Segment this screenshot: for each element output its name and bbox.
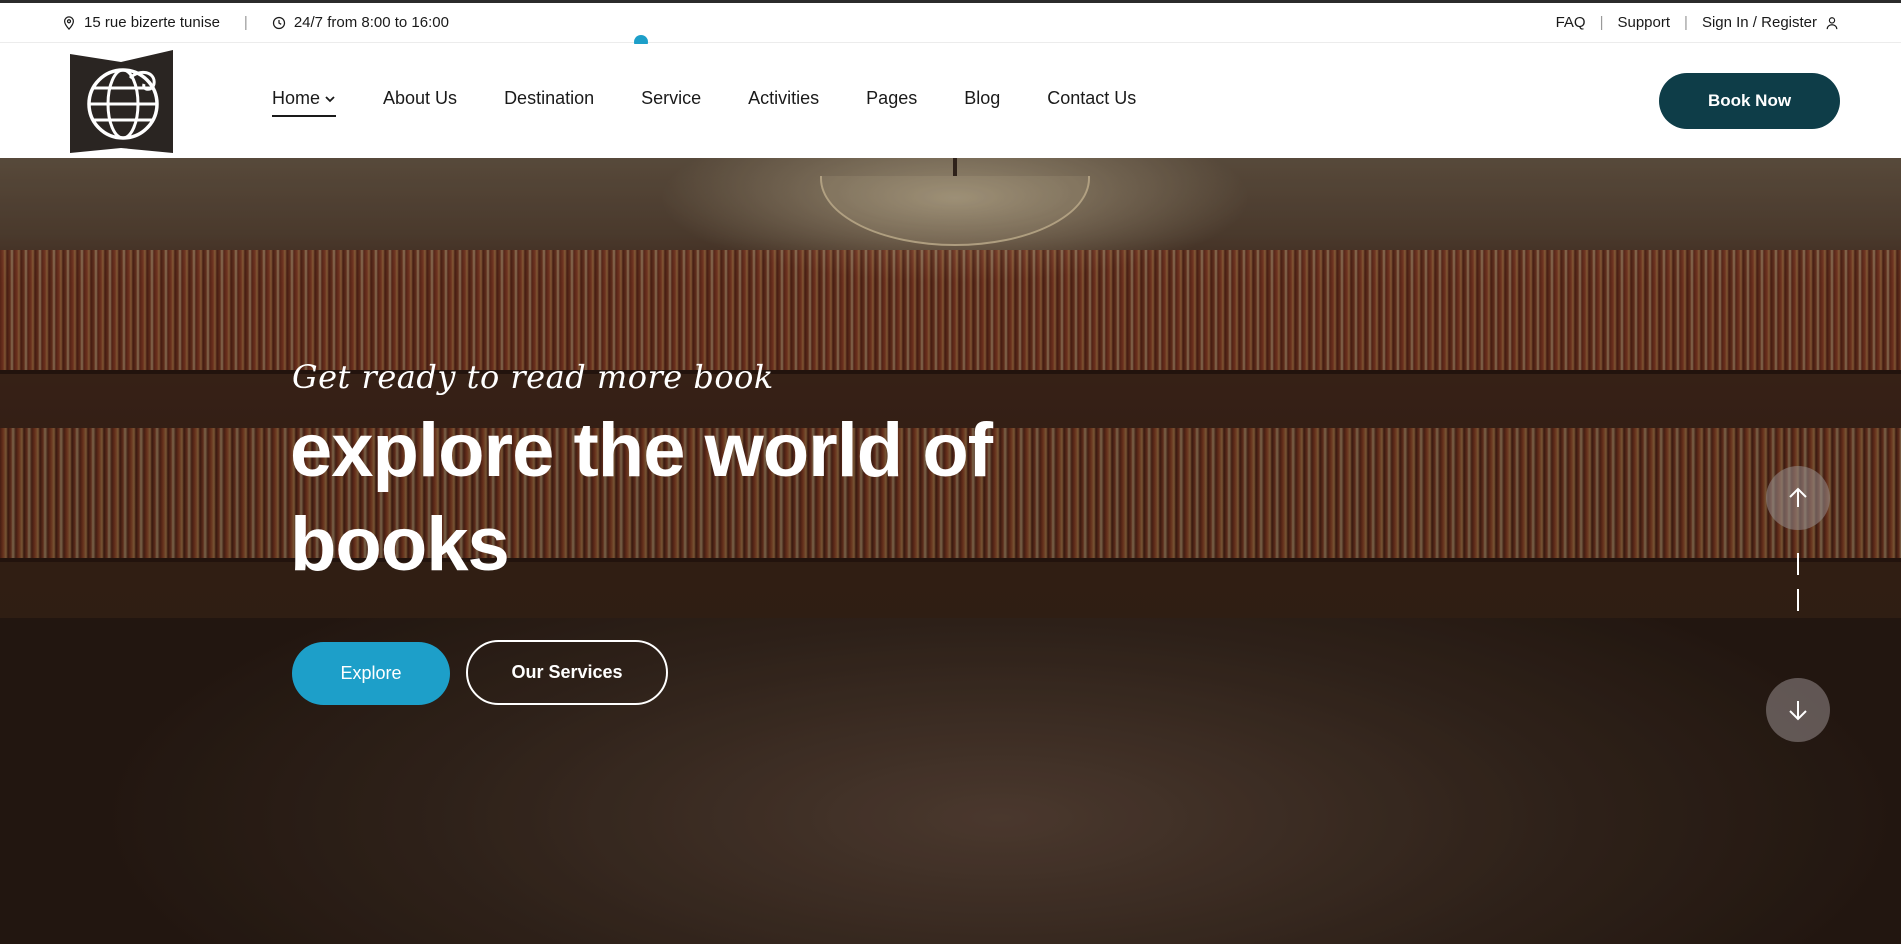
- clock-icon: [272, 16, 285, 29]
- nav-item-service[interactable]: Service: [641, 88, 701, 109]
- hours-text: 24/7 from 8:00 to 16:00: [293, 14, 449, 31]
- our-services-button[interactable]: Our Services: [466, 640, 668, 705]
- chevron-down-icon: [325, 95, 335, 102]
- slide-progress-segment: [1797, 589, 1799, 611]
- main-navbar: Home About Us Destination Service Activi…: [0, 44, 1901, 158]
- explore-button[interactable]: Explore: [292, 642, 450, 705]
- hero-section: Get ready to read more book explore the …: [0, 158, 1901, 944]
- arrow-up-icon: [1789, 487, 1807, 507]
- nav-item-label: About Us: [383, 88, 458, 108]
- book-now-button[interactable]: Book Now: [1659, 73, 1840, 129]
- topbar-left: 15 rue bizerte tunise | 24/7 from 8:00 t…: [62, 14, 449, 31]
- nav-item-label: Contact Us: [1047, 88, 1137, 108]
- slide-progress-segment: [1797, 553, 1799, 575]
- slide-up-button[interactable]: [1766, 466, 1830, 530]
- hero-title: explore the world of books: [290, 408, 993, 587]
- slide-down-button[interactable]: [1766, 678, 1830, 742]
- nav-item-contact-us[interactable]: Contact Us: [1047, 88, 1136, 109]
- topbar-separator: |: [243, 14, 248, 31]
- user-icon: [1826, 16, 1838, 29]
- hero-subtitle: Get ready to read more book: [292, 358, 774, 396]
- topbar: 15 rue bizerte tunise | 24/7 from 8:00 t…: [0, 3, 1901, 43]
- address-text: 15 rue bizerte tunise: [84, 14, 220, 31]
- topbar-separator: |: [1599, 14, 1604, 31]
- signin-label: Sign In / Register: [1701, 14, 1817, 31]
- nav-item-label: Blog: [964, 88, 1001, 108]
- signin-link[interactable]: Sign In / Register: [1702, 14, 1839, 31]
- nav-item-label: Service: [641, 88, 702, 108]
- map-pin-icon: [64, 15, 74, 30]
- nav-item-pages[interactable]: Pages: [866, 88, 917, 109]
- slide-progress-track: [1797, 553, 1799, 663]
- address-info: 15 rue bizerte tunise: [62, 14, 220, 31]
- topbar-separator: |: [1684, 14, 1688, 31]
- nav-item-blog[interactable]: Blog: [964, 88, 1000, 109]
- faq-link[interactable]: FAQ: [1556, 14, 1586, 31]
- nav-item-label: Pages: [866, 88, 918, 108]
- nav-item-destination[interactable]: Destination: [504, 88, 594, 109]
- nav-item-label: Home: [272, 88, 321, 108]
- topbar-right: FAQ | Support | Sign In / Register: [1556, 14, 1839, 31]
- nav-item-home[interactable]: Home: [272, 88, 337, 117]
- nav-item-label: Activities: [748, 88, 820, 108]
- globe-logo-icon[interactable]: [70, 50, 173, 153]
- nav-menu: Home About Us Destination Service Activi…: [272, 88, 1183, 117]
- nav-item-about-us[interactable]: About Us: [383, 88, 457, 109]
- nav-item-label: Destination: [504, 88, 595, 108]
- nav-item-activities[interactable]: Activities: [748, 88, 819, 109]
- support-link[interactable]: Support: [1617, 14, 1670, 31]
- arrow-down-icon: [1789, 701, 1807, 721]
- hours-info: 24/7 from 8:00 to 16:00: [272, 14, 449, 31]
